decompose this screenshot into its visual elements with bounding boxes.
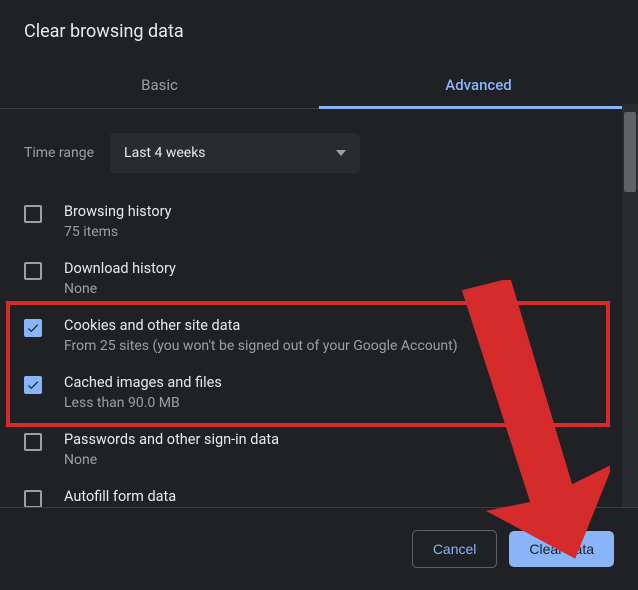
item-text: Passwords and other sign-in data None bbox=[64, 431, 614, 468]
list-item: Browsing history 75 items bbox=[0, 193, 638, 250]
checkbox[interactable] bbox=[24, 376, 42, 394]
tab-advanced[interactable]: Advanced bbox=[319, 62, 638, 108]
dialog-footer: Cancel Clear data bbox=[0, 507, 638, 590]
dialog-title: Clear browsing data bbox=[0, 0, 638, 62]
checkbox[interactable] bbox=[24, 319, 42, 337]
clear-browsing-data-dialog: Clear browsing data Basic Advanced Time … bbox=[0, 0, 638, 590]
data-type-list: Browsing history 75 items Download history… bbox=[0, 193, 638, 507]
item-title: Cookies and other site data bbox=[64, 317, 614, 334]
item-title: Passwords and other sign-in data bbox=[64, 431, 614, 448]
item-text: Browsing history 75 items bbox=[64, 203, 614, 240]
checkbox[interactable] bbox=[24, 433, 42, 451]
tab-bar: Basic Advanced bbox=[0, 62, 638, 109]
item-title: Browsing history bbox=[64, 203, 614, 220]
time-range-value: Last 4 weeks bbox=[124, 145, 205, 161]
item-subtitle: None bbox=[64, 452, 614, 468]
checkbox[interactable] bbox=[24, 490, 42, 507]
item-text: Cookies and other site data From 25 sites… bbox=[64, 317, 614, 354]
list-item: Passwords and other sign-in data None bbox=[0, 421, 638, 478]
checkbox[interactable] bbox=[24, 262, 42, 280]
cancel-button[interactable]: Cancel bbox=[412, 530, 498, 568]
tab-basic[interactable]: Basic bbox=[0, 62, 319, 108]
list-item: Autofill form data bbox=[0, 478, 638, 507]
item-subtitle: None bbox=[64, 281, 614, 297]
item-text: Autofill form data bbox=[64, 488, 614, 507]
time-range-label: Time range bbox=[24, 145, 94, 161]
item-text: Cached images and files Less than 90.0 MB bbox=[64, 374, 614, 411]
item-subtitle: 75 items bbox=[64, 224, 614, 240]
scrollbar-thumb[interactable] bbox=[624, 112, 636, 192]
item-title: Cached images and files bbox=[64, 374, 614, 391]
list-item: Cookies and other site data From 25 sites… bbox=[0, 307, 638, 364]
item-title: Autofill form data bbox=[64, 488, 614, 505]
clear-data-button[interactable]: Clear data bbox=[509, 531, 614, 567]
list-item: Cached images and files Less than 90.0 MB bbox=[0, 364, 638, 421]
item-subtitle: Less than 90.0 MB bbox=[64, 395, 614, 411]
list-item: Download history None bbox=[0, 250, 638, 307]
time-range-row: Time range Last 4 weeks bbox=[0, 109, 638, 193]
item-subtitle: From 25 sites (you won't be signed out o… bbox=[64, 338, 614, 354]
dropdown-icon bbox=[336, 150, 346, 156]
item-text: Download history None bbox=[64, 260, 614, 297]
item-title: Download history bbox=[64, 260, 614, 277]
time-range-select[interactable]: Last 4 weeks bbox=[110, 133, 360, 173]
checkbox[interactable] bbox=[24, 205, 42, 223]
dialog-content: Time range Last 4 weeks Browsing history… bbox=[0, 109, 638, 507]
